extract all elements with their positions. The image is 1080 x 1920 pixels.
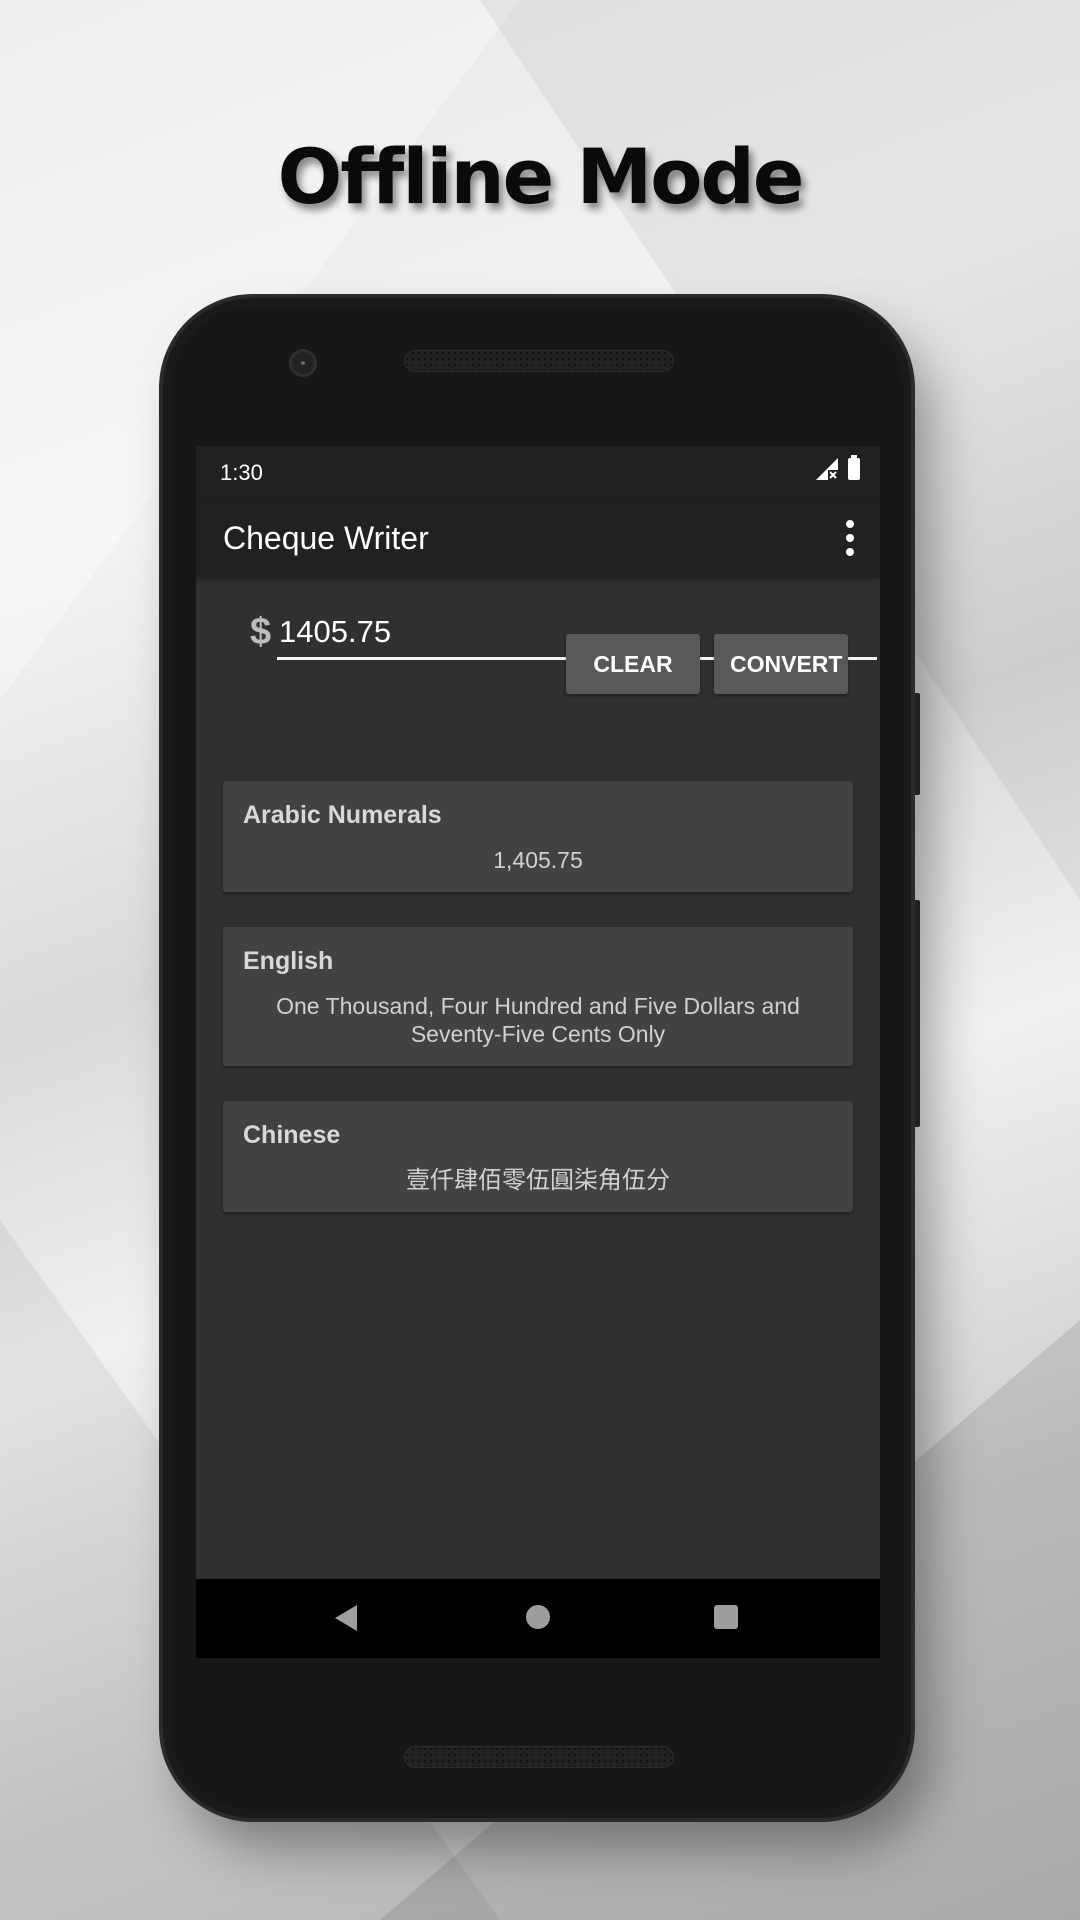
- card-title: Chinese: [243, 1121, 341, 1149]
- card-title: Arabic Numerals: [243, 801, 442, 829]
- status-bar: 1:30: [196, 446, 880, 500]
- signal-no-data-icon: [816, 458, 838, 480]
- result-cards: Arabic Numerals 1,405.75 English One Tho…: [223, 781, 853, 1247]
- status-icons: [816, 455, 860, 480]
- result-card-arabic: Arabic Numerals 1,405.75: [223, 781, 853, 892]
- bottom-speaker: [404, 1746, 674, 1768]
- card-title: English: [243, 947, 334, 975]
- back-icon[interactable]: [335, 1605, 357, 1631]
- navigation-bar: [196, 1579, 880, 1658]
- recents-icon[interactable]: [714, 1605, 738, 1629]
- front-camera-icon: [289, 349, 317, 377]
- battery-full-icon: [848, 455, 860, 480]
- home-icon[interactable]: [526, 1605, 550, 1629]
- phone-power-button: [912, 693, 920, 795]
- app-title: Cheque Writer: [223, 520, 429, 556]
- result-card-chinese: Chinese 壹仟肆佰零伍圓柒角伍分: [223, 1101, 853, 1212]
- phone-screen: 1:30 Cheque Writer $ CLEAR CONVERT: [196, 446, 880, 1658]
- action-buttons: CLEAR CONVERT: [566, 634, 848, 694]
- card-value: 壹仟肆佰零伍圓柒角伍分: [406, 1166, 670, 1194]
- status-time: 1:30: [220, 460, 263, 485]
- card-value: One Thousand, Four Hundred and Five Doll…: [276, 993, 800, 1047]
- promo-headline: Offline Mode: [277, 132, 805, 221]
- phone-volume-button: [912, 900, 920, 1127]
- clear-button[interactable]: CLEAR: [566, 634, 700, 694]
- more-vert-icon[interactable]: [844, 520, 856, 556]
- card-value: 1,405.75: [493, 847, 583, 873]
- convert-button[interactable]: CONVERT: [714, 634, 848, 694]
- currency-symbol: $: [250, 611, 272, 653]
- result-card-english: English One Thousand, Four Hundred and F…: [223, 927, 853, 1066]
- app-bar: Cheque Writer: [196, 500, 880, 577]
- earpiece-speaker: [404, 350, 674, 372]
